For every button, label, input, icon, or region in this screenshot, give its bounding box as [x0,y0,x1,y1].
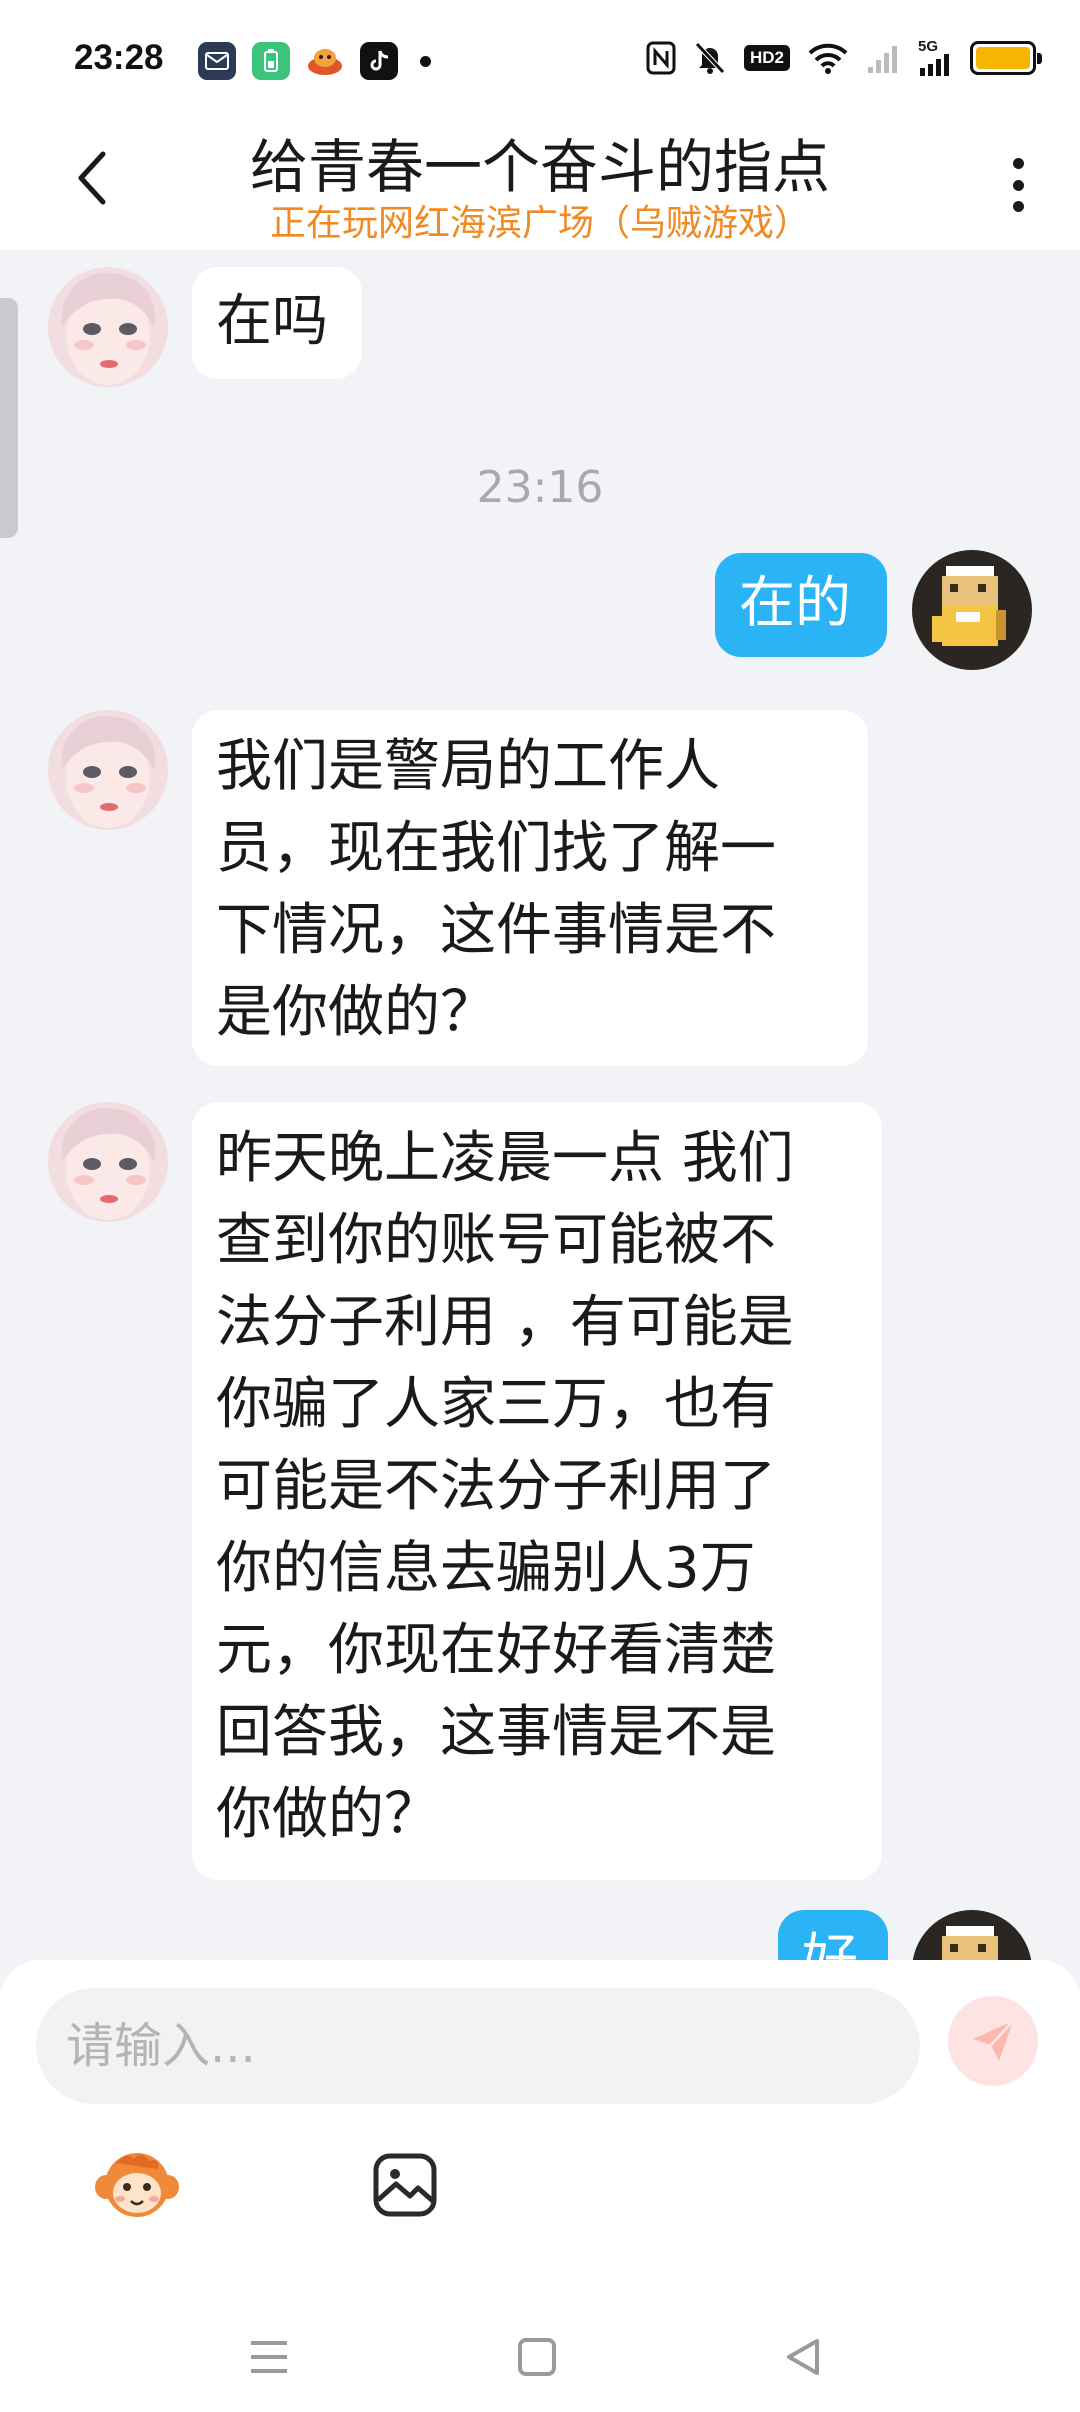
message-text: 在吗 [216,289,328,354]
signal-5g-icon: 5G [918,38,952,76]
hd-badge: HD2 [743,45,790,71]
chat-title: 给青春一个奋斗的指点 [249,133,830,201]
received-message-bubble[interactable]: 昨天晚上凌晨一点 我们 查到你的账号可能被不 法分子利用 ，有可能是 你骗了人家… [192,1102,882,1880]
send-button[interactable] [948,1996,1038,2086]
contact-avatar[interactable] [48,1102,168,1222]
received-message-bubble[interactable]: 在吗 [192,267,362,379]
message-line: 查到你的账号可能被不 [216,1208,776,1273]
triangle-back-icon [787,2339,819,2375]
my-avatar[interactable] [912,1910,1032,1960]
message-line: 你的信息去骗别人3万 [216,1536,756,1601]
battery-app-icon [252,42,290,80]
contact-avatar[interactable] [48,267,168,387]
message-line: 员，现在我们找了解一 [216,816,776,881]
message-text: 在的 [739,571,851,636]
more-dot-icon [1012,201,1024,212]
more-options-button[interactable] [996,150,1040,220]
more-notifications-dot [420,55,431,67]
message-list[interactable]: 在吗 23:16 在的 我们是警局的工作人 员，现在我们找了解一 下情况，这件事… [0,250,1080,1960]
home-button[interactable] [502,2322,572,2392]
message-line: 昨天晚上凌晨一点 我们 [216,1126,794,1191]
message-line: 下情况，这件事情是不 [216,898,776,963]
image-icon [373,2153,437,2217]
status-time: 23:28 [74,38,164,77]
send-icon [973,2019,1015,2061]
monkey-sticker-icon [95,2153,179,2217]
mail-app-icon [198,42,236,80]
tiktok-app-icon [360,42,398,80]
square-icon [518,2338,556,2376]
chat-status-subtitle: 正在玩网红海滨广场（乌贼游戏） [269,203,810,244]
received-message-bubble[interactable]: 我们是警局的工作人 员，现在我们找了解一 下情况，这件事情是不 是你做的？ [192,710,868,1066]
back-nav-button[interactable] [768,2322,838,2392]
message-input[interactable] [36,1988,920,2104]
message-line: 回答我，这事情是不是 [216,1700,776,1765]
my-avatar[interactable] [912,550,1032,670]
signal-weak-icon [868,46,897,73]
message-line: 你做的？ [216,1782,440,1847]
sent-message-bubble[interactable]: 好 [778,1910,888,1960]
message-line: 我们是警局的工作人 [216,734,720,799]
status-bar: 23:28 HD2 5G [0,0,1080,120]
recent-apps-button[interactable] [234,2322,304,2392]
message-line: 法分子利用 ，有可能是 [216,1290,794,1355]
more-dot-icon [1012,158,1024,169]
contact-avatar[interactable] [48,710,168,830]
message-timestamp: 23:16 [476,462,604,513]
chat-header: 给青春一个奋斗的指点 正在玩网红海滨广场（乌贼游戏） [0,120,1080,250]
message-line: 是你做的？ [216,980,496,1045]
emoji-sticker-button[interactable] [92,2140,182,2230]
battery-level [976,47,1030,69]
game-app-icon [306,42,344,80]
message-line: 你骗了人家三万，也有 [216,1372,776,1437]
chat-screen: 23:28 HD2 5G 给青春一个奋斗的指点 正在玩网红海滨广场（乌贼游戏） … [0,0,1080,2412]
image-picker-button[interactable] [360,2140,450,2230]
system-status-icons: HD2 5G [646,38,1042,76]
mute-bell-icon [695,42,725,74]
menu-icon [251,2341,287,2373]
wifi-icon [808,43,848,74]
nfc-icon [646,41,676,75]
message-text: 好 [802,1928,858,1960]
more-dot-icon [1012,179,1024,191]
message-line: 元，你现在好好看清楚 [216,1618,776,1683]
sent-message-bubble[interactable]: 在的 [715,553,887,657]
notification-app-icons [198,42,431,80]
battery-icon [970,41,1042,75]
system-navigation-bar [0,2300,1080,2412]
signal-5g-label: 5G [918,38,939,55]
message-line: 可能是不法分子利用了 [216,1454,776,1519]
